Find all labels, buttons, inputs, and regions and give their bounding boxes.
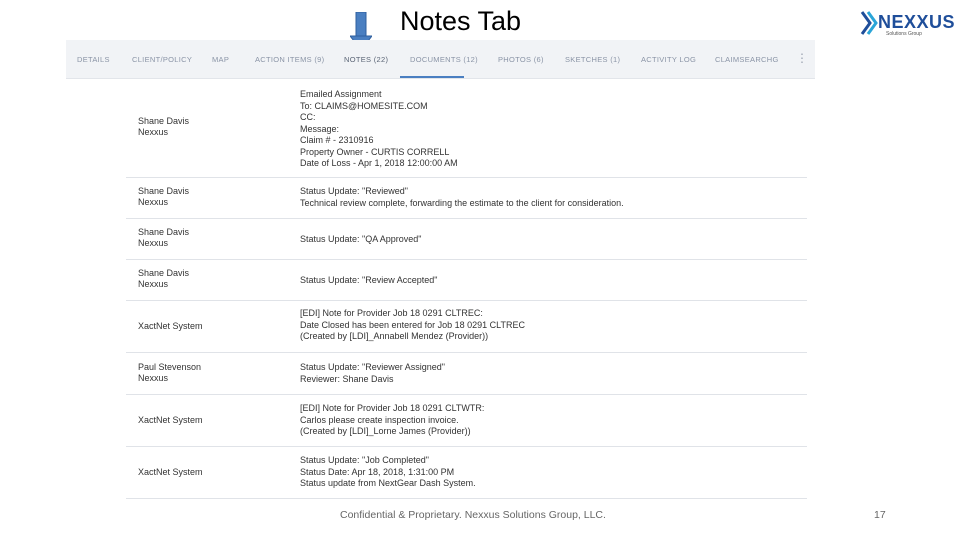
note-author-company: Nexxus	[138, 373, 169, 383]
note-line: [EDI] Note for Provider Job 18 0291 CLTR…	[300, 308, 483, 318]
note-author: Shane Davis Nexxus	[138, 116, 189, 138]
tab-notes[interactable]: NOTES (22)	[344, 55, 388, 64]
claim-tab-bar: DETAILS CLIENT/POLICY MAP ACTION ITEMS (…	[66, 40, 815, 79]
tab-details[interactable]: DETAILS	[77, 55, 110, 64]
note-body: Status Update: "Review Accepted"	[300, 275, 437, 287]
slide-title: Notes Tab	[400, 6, 522, 36]
note-author-name: XactNet System	[138, 415, 203, 425]
note-row: Shane Davis Nexxus Status Update: "Revie…	[126, 259, 807, 301]
tab-documents[interactable]: DOCUMENTS (12)	[410, 55, 478, 64]
note-line: [EDI] Note for Provider Job 18 0291 CLTW…	[300, 403, 485, 413]
note-line: (Created by [LDI]_Annabell Mendez (Provi…	[300, 331, 489, 341]
note-author-company: Nexxus	[138, 279, 169, 289]
note-author-name: Paul Stevenson	[138, 362, 202, 372]
note-line: Reviewer: Shane Davis	[300, 373, 394, 384]
note-body: Status Update: "Job Completed" Status Da…	[300, 455, 476, 490]
note-body: [EDI] Note for Provider Job 18 0291 CLTR…	[300, 308, 525, 343]
logo-tagline: Solutions Group	[886, 31, 922, 37]
note-row: Shane Davis Nexxus Status Update: "Revie…	[126, 177, 807, 219]
note-author: XactNet System	[138, 415, 203, 426]
note-line: Status Update: "Review Accepted"	[300, 275, 438, 285]
note-row: XactNet System Status Update: "Job Compl…	[126, 446, 807, 499]
note-row: Paul Stevenson Nexxus Status Update: "Re…	[126, 352, 807, 395]
note-line: To: CLAIMS@HOMESITE.COM	[300, 100, 428, 111]
note-line: Message:	[300, 123, 340, 134]
note-line: Carlos please create inspection invoice.	[300, 414, 459, 425]
active-tab-indicator	[400, 76, 464, 78]
nexxus-logo: NEXXUS Solutions Group	[860, 10, 955, 40]
tab-sketches[interactable]: SKETCHES (1)	[565, 55, 620, 64]
note-line: Status Update: "Job Completed"	[300, 455, 429, 465]
note-author-name: Shane Davis	[138, 186, 190, 196]
note-author-company: Nexxus	[138, 238, 169, 248]
note-author-name: XactNet System	[138, 321, 203, 331]
note-line: Date Closed has been entered for Job 18 …	[300, 319, 525, 330]
note-body: Emailed Assignment To: CLAIMS@HOMESITE.C…	[300, 89, 458, 170]
note-line: (Created by [LDI]_Lorne James (Provider)…	[300, 426, 471, 436]
note-author: Shane Davis Nexxus	[138, 186, 189, 208]
tab-activity-log[interactable]: ACTIVITY LOG	[641, 55, 696, 64]
logo-brand: NEXXUS	[878, 12, 956, 32]
note-author: Shane Davis Nexxus	[138, 227, 189, 249]
note-body: Status Update: "Reviewer Assigned" Revie…	[300, 362, 445, 385]
note-body: Status Update: "QA Approved"	[300, 234, 421, 246]
tab-photos[interactable]: PHOTOS (6)	[498, 55, 544, 64]
tab-client-policy[interactable]: CLIENT/POLICY	[132, 55, 192, 64]
note-line: Emailed Assignment	[300, 89, 382, 99]
note-line: CC:	[300, 112, 316, 122]
footer-confidential: Confidential & Proprietary. Nexxus Solut…	[340, 509, 606, 521]
note-author-name: Shane Davis	[138, 227, 190, 237]
note-author: Paul Stevenson Nexxus	[138, 362, 201, 384]
note-author-name: Shane Davis	[138, 268, 190, 278]
note-line: Status Update: "QA Approved"	[300, 234, 422, 244]
note-body: Status Update: "Reviewed" Technical revi…	[300, 186, 624, 209]
note-author: Shane Davis Nexxus	[138, 268, 189, 290]
note-author-name: XactNet System	[138, 467, 203, 477]
note-line: Claim # - 2310916	[300, 135, 374, 145]
note-author: XactNet System	[138, 321, 203, 332]
note-line: Status Update: "Reviewed"	[300, 186, 408, 196]
note-row: XactNet System [EDI] Note for Provider J…	[126, 300, 807, 353]
tab-claimsearch[interactable]: CLAIMSEARCHG	[715, 55, 779, 64]
note-row: Shane Davis Nexxus Status Update: "QA Ap…	[126, 218, 807, 260]
tab-action-items[interactable]: ACTION ITEMS (9)	[255, 55, 324, 64]
note-line: Date of Loss - Apr 1, 2018 12:00:00 AM	[300, 158, 458, 168]
note-author-name: Shane Davis	[138, 116, 190, 126]
note-row: XactNet System [EDI] Note for Provider J…	[126, 394, 807, 447]
note-line: Property Owner - CURTIS CORRELL	[300, 146, 450, 157]
page-number: 17	[874, 509, 886, 521]
note-line: Technical review complete, forwarding th…	[300, 197, 624, 208]
more-options-icon[interactable]: ⋮	[796, 52, 808, 64]
note-row: Shane Davis Nexxus Emailed Assignment To…	[126, 84, 807, 178]
note-line: Status Date: Apr 18, 2018, 1:31:00 PM	[300, 466, 455, 477]
note-author: XactNet System	[138, 467, 203, 478]
tab-map[interactable]: MAP	[212, 55, 229, 64]
note-body: [EDI] Note for Provider Job 18 0291 CLTW…	[300, 403, 484, 438]
note-author-company: Nexxus	[138, 197, 169, 207]
note-line: Status Update: "Reviewer Assigned"	[300, 362, 445, 372]
note-author-company: Nexxus	[138, 127, 169, 137]
note-line: Status update from NextGear Dash System.	[300, 478, 476, 488]
